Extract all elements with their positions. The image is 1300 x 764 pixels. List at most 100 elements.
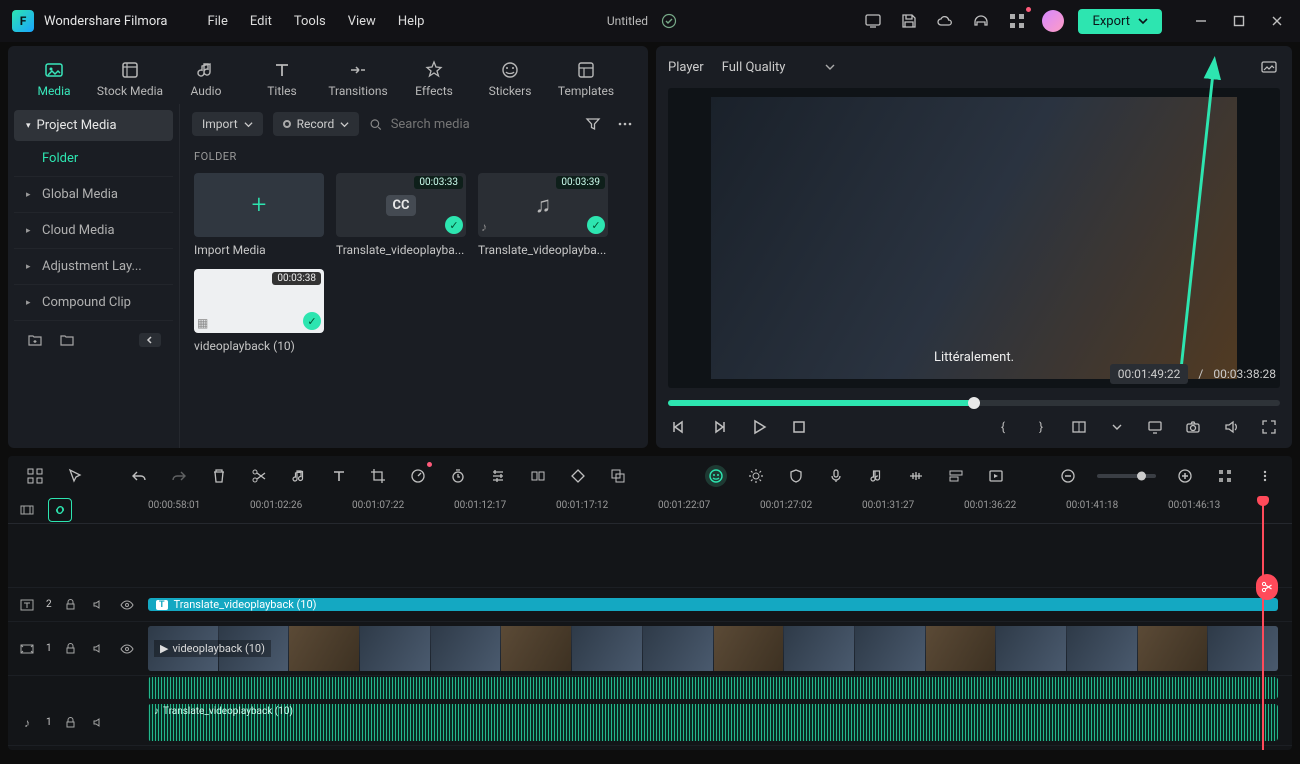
maximize-icon[interactable]	[1228, 10, 1250, 32]
tab-stickers[interactable]: Stickers	[474, 54, 546, 104]
search-input[interactable]	[391, 117, 572, 132]
playhead-cut-icon[interactable]	[1256, 574, 1278, 600]
export-button[interactable]: Export	[1078, 9, 1162, 34]
lock-icon[interactable]	[62, 714, 80, 732]
shield-icon[interactable]	[785, 465, 807, 487]
monitor-icon[interactable]	[1144, 416, 1166, 438]
timer-icon[interactable]	[447, 465, 469, 487]
sidebar-folder[interactable]: Folder	[14, 141, 173, 176]
scrubber-handle[interactable]	[968, 397, 980, 409]
snapshot-gallery-icon[interactable]	[1258, 56, 1280, 78]
stop-icon[interactable]	[788, 416, 810, 438]
adjust-icon[interactable]	[487, 465, 509, 487]
render-icon[interactable]	[985, 465, 1007, 487]
tl-grid-icon[interactable]	[24, 465, 46, 487]
align-icon[interactable]	[945, 465, 967, 487]
color-match-icon[interactable]	[527, 465, 549, 487]
zoom-out-icon[interactable]	[1057, 465, 1079, 487]
mark-out-icon[interactable]: }	[1030, 416, 1052, 438]
zoom-handle[interactable]	[1137, 472, 1146, 481]
zoom-in-icon[interactable]	[1174, 465, 1196, 487]
close-icon[interactable]	[1266, 10, 1288, 32]
track-type-audio-icon[interactable]: ♪	[18, 714, 36, 732]
chevron-down-icon[interactable]	[1106, 416, 1128, 438]
crop-icon[interactable]	[367, 465, 389, 487]
prev-frame-icon[interactable]	[668, 416, 690, 438]
sidebar-adjustment-layer[interactable]: Adjustment Lay...	[14, 248, 173, 284]
media-item-subtitle[interactable]: 00:03:33 CC ✓ Translate_videoplayba...	[336, 173, 466, 257]
sidebar-global-media[interactable]: Global Media	[14, 176, 173, 212]
player-tab[interactable]: Player	[668, 60, 704, 75]
sidebar-compound-clip[interactable]: Compound Clip	[14, 284, 173, 320]
track-type-video-icon[interactable]	[18, 640, 36, 658]
timeline-ruler[interactable]: 00:00:58:0100:01:02:2600:01:07:22 00:01:…	[8, 496, 1292, 524]
redo-icon[interactable]	[168, 465, 190, 487]
mute-icon[interactable]	[90, 640, 108, 658]
folder-icon[interactable]	[58, 331, 76, 349]
sidebar-cloud-media[interactable]: Cloud Media	[14, 212, 173, 248]
user-avatar[interactable]	[1042, 10, 1064, 32]
sidebar-project-media[interactable]: ▾Project Media	[14, 110, 173, 141]
import-dropdown[interactable]: Import	[192, 112, 263, 136]
collapse-sidebar-icon[interactable]	[139, 333, 161, 347]
menu-file[interactable]: File	[207, 14, 227, 29]
eye-icon[interactable]	[118, 596, 136, 614]
delete-icon[interactable]	[208, 465, 230, 487]
tab-transitions[interactable]: Transitions	[322, 54, 394, 104]
undo-icon[interactable]	[128, 465, 150, 487]
menu-edit[interactable]: Edit	[250, 14, 272, 29]
cloud-icon[interactable]	[934, 10, 956, 32]
adjust-color-icon[interactable]	[745, 465, 767, 487]
audio-note-icon[interactable]	[865, 465, 887, 487]
fullscreen-icon[interactable]	[1258, 416, 1280, 438]
video-clip[interactable]: ▶videoplayback (10)	[148, 626, 1278, 671]
menu-help[interactable]: Help	[398, 14, 425, 29]
tab-effects[interactable]: Effects	[398, 54, 470, 104]
link-icon[interactable]	[48, 498, 72, 522]
volume-icon[interactable]	[1220, 416, 1242, 438]
tab-titles[interactable]: Titles	[246, 54, 318, 104]
tab-templates[interactable]: Templates	[550, 54, 622, 104]
video-audio-clip[interactable]	[148, 677, 1278, 699]
import-media-tile[interactable]: + Import Media	[194, 173, 324, 257]
new-folder-icon[interactable]	[26, 331, 44, 349]
cursor-tool-icon[interactable]	[64, 465, 86, 487]
eye-icon[interactable]	[118, 640, 136, 658]
subtitle-clip[interactable]: T Translate_videoplayback (10)	[148, 598, 1278, 611]
play-icon[interactable]	[748, 416, 770, 438]
menu-view[interactable]: View	[348, 14, 376, 29]
player-scrubber[interactable]	[668, 400, 1280, 406]
group-icon[interactable]	[607, 465, 629, 487]
tl-more-icon[interactable]	[1254, 465, 1276, 487]
mic-icon[interactable]	[825, 465, 847, 487]
mute-icon[interactable]	[90, 596, 108, 614]
audio-clip[interactable]: ♪ Translate_videoplayback (10)	[148, 704, 1278, 741]
marker-tool-icon[interactable]	[905, 465, 927, 487]
media-item-video[interactable]: 00:03:38 ▦ ✓ videoplayback (10)	[194, 269, 324, 353]
video-preview[interactable]: Littéralement.	[668, 88, 1280, 388]
step-forward-icon[interactable]	[708, 416, 730, 438]
display-icon[interactable]	[862, 10, 884, 32]
music-beat-icon[interactable]	[288, 465, 310, 487]
zoom-slider[interactable]	[1097, 474, 1157, 478]
media-item-audio[interactable]: 00:03:39 ♫ ♪ ✓ Translate_videoplayba...	[478, 173, 608, 257]
keyframe-icon[interactable]	[567, 465, 589, 487]
tab-stock-media[interactable]: Stock Media	[94, 54, 166, 104]
mark-in-icon[interactable]: {	[992, 416, 1014, 438]
tab-audio[interactable]: Audio	[170, 54, 242, 104]
apps-grid-icon[interactable]	[1006, 10, 1028, 32]
track-type-text-icon[interactable]	[18, 596, 36, 614]
tab-media[interactable]: Media	[18, 54, 90, 104]
list-view-icon[interactable]	[1214, 465, 1236, 487]
ai-face-icon[interactable]	[705, 465, 727, 487]
lock-icon[interactable]	[62, 640, 80, 658]
speed-icon[interactable]	[407, 465, 429, 487]
save-icon[interactable]	[898, 10, 920, 32]
layout-icon[interactable]	[1068, 416, 1090, 438]
lock-icon[interactable]	[62, 596, 80, 614]
menu-tools[interactable]: Tools	[294, 14, 326, 29]
search-media[interactable]	[369, 117, 572, 132]
ruler-toggle-icon[interactable]	[18, 501, 36, 519]
filter-icon[interactable]	[582, 113, 604, 135]
minimize-icon[interactable]	[1190, 10, 1212, 32]
